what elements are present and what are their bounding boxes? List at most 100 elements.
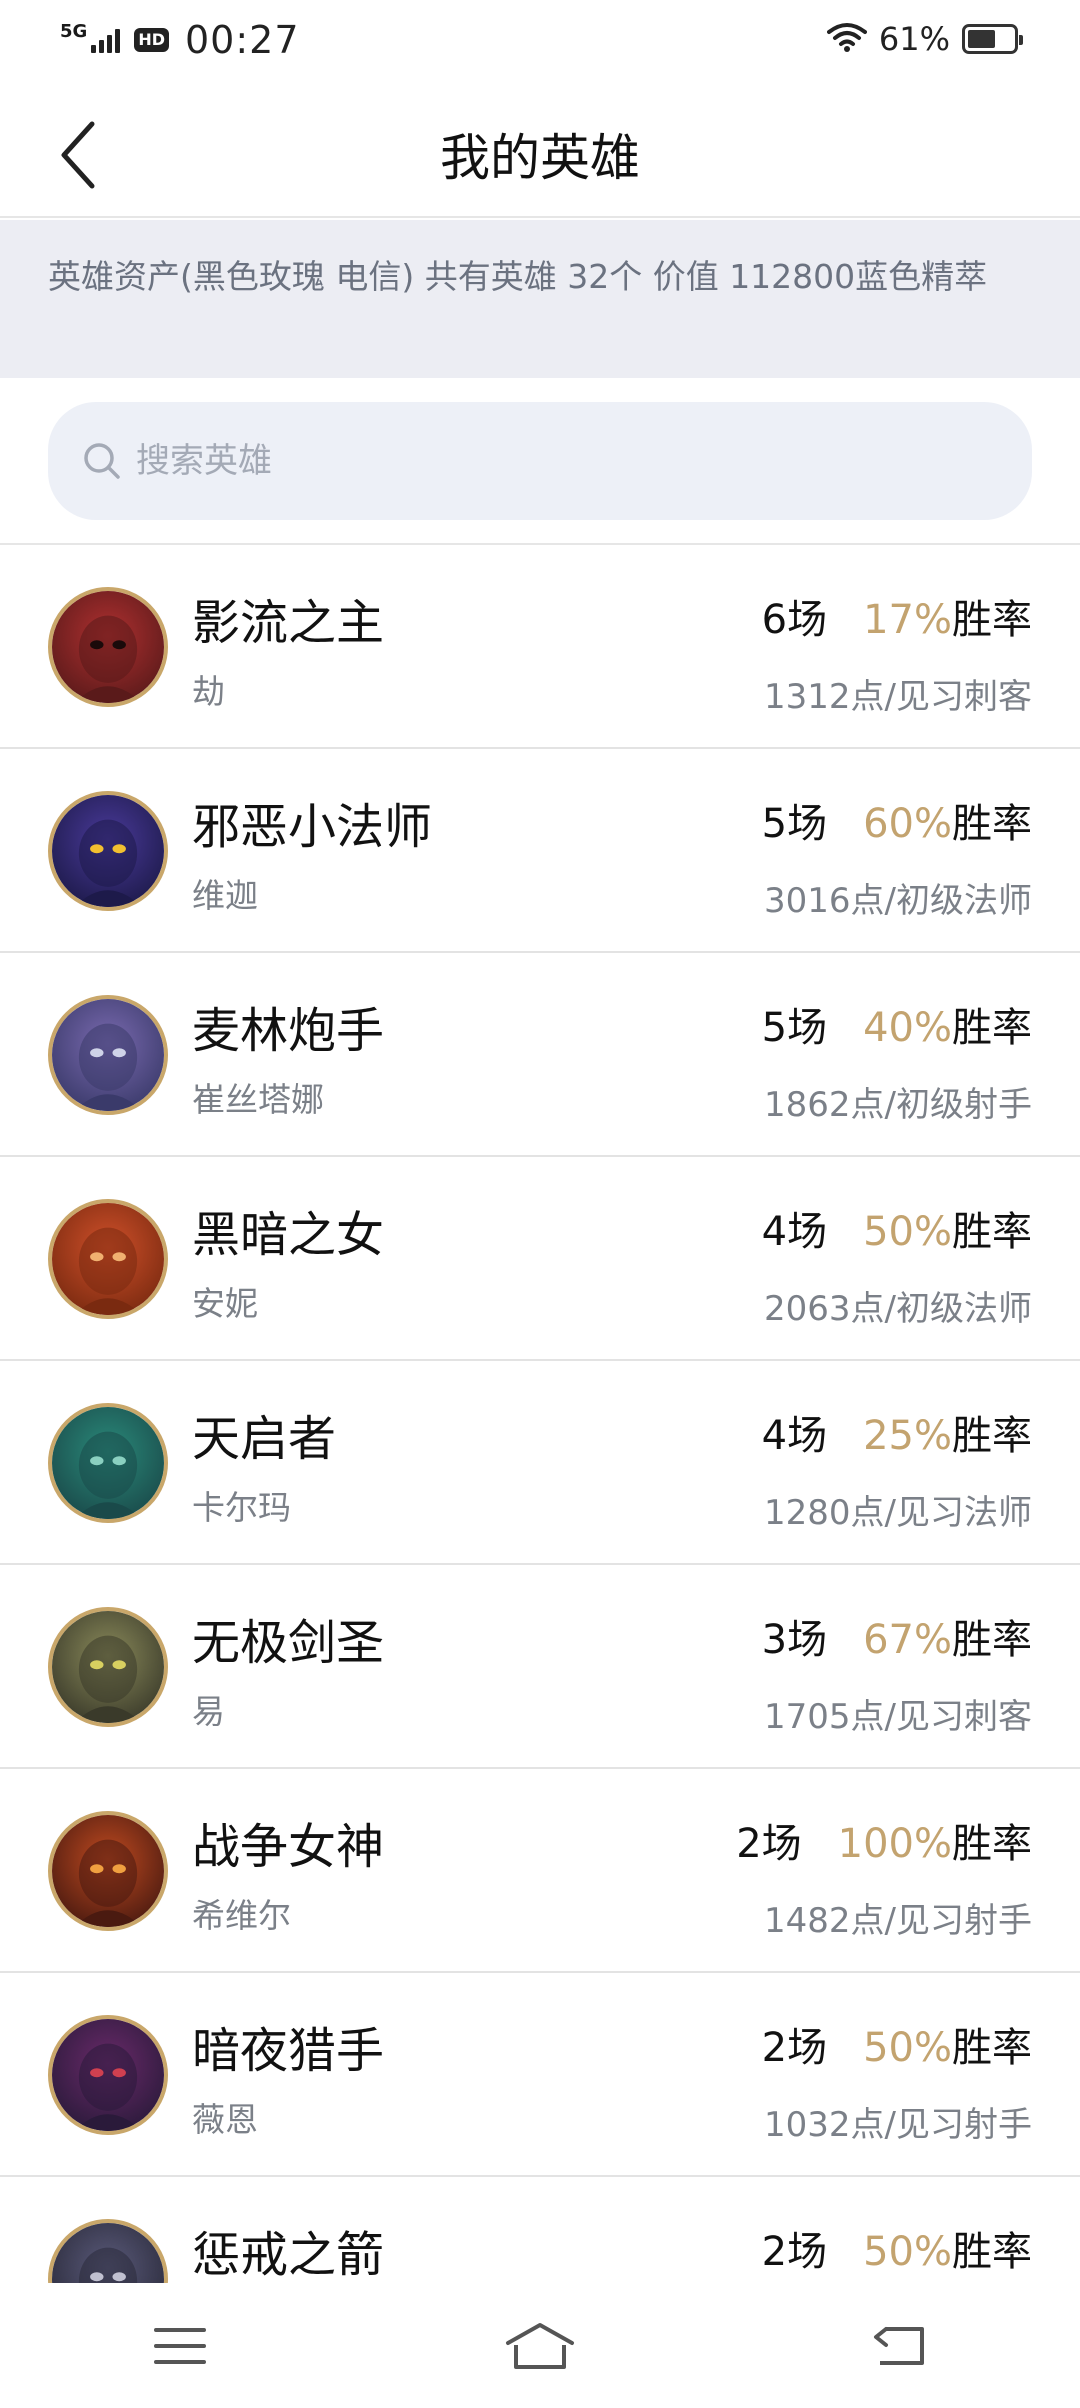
search-bar[interactable]: [48, 402, 1032, 520]
hero-games: 3场: [761, 1617, 828, 1663]
hero-games: 6场: [761, 597, 828, 643]
hero-points-level: 1280点/见习法师: [764, 1493, 1032, 1533]
hero-champion-name: 崔丝塔娜: [192, 1080, 324, 1119]
hero-list: 影流之主劫 6场 17%胜率 1312点/见习刺客 邪恶小法师 维迦 5场 60%胜率 3016…: [0, 545, 1080, 2283]
menu-icon: [154, 2327, 206, 2364]
home-button[interactable]: [480, 2301, 600, 2391]
hero-title: 麦林炮手: [192, 1003, 385, 1059]
hero-portrait-icon: [52, 795, 164, 907]
hero-title: 黑暗之女: [192, 1207, 385, 1263]
screen: 5G HD 00:27 61% 我的英雄 英雄资产(黑色玫瑰 电信) 共有英雄 …: [0, 0, 1080, 2408]
hero-row[interactable]: 影流之主劫 6场 17%胜率 1312点/见习刺客: [0, 545, 1080, 749]
hero-stats: 3场 67%胜率: [762, 1607, 1032, 1665]
hero-games: 5场: [761, 1005, 828, 1051]
hero-win-rate: 40%: [863, 1005, 952, 1051]
hero-portrait-icon: [52, 1611, 164, 1723]
hero-games: 4场: [761, 1209, 828, 1255]
hero-games: 2场: [736, 1821, 802, 1867]
back-arrow-icon: [874, 2326, 924, 2365]
hero-row[interactable]: 战争女神希维尔 2场 100%胜率 1482点/见习射手: [0, 1769, 1080, 1973]
win-rate-label: 胜率: [952, 1005, 1032, 1051]
hero-title: 影流之主: [192, 595, 385, 651]
hero-champion-name: 维迦: [192, 876, 258, 915]
hero-assets-info: 英雄资产(黑色玫瑰 电信) 共有英雄 32个 价值 112800蓝色精萃: [0, 220, 1080, 378]
hero-row[interactable]: 邪恶小法师 维迦 5场 60%胜率 3016点/初级法师: [0, 749, 1080, 953]
hero-stats: 2场 100%胜率: [736, 1811, 1032, 1869]
hero-points-level: 1482点/见习射手: [764, 1901, 1032, 1941]
hero-portrait-icon: [52, 591, 164, 703]
hero-avatar: [48, 1403, 168, 1523]
hero-title: 战争女神: [192, 1819, 385, 1875]
hero-champion-name: 薇恩: [192, 2100, 258, 2139]
hero-points-level: 1862点/初级射手: [764, 1085, 1032, 1125]
hero-win-rate: 17%: [863, 597, 952, 643]
hero-title: 邪恶小法师: [192, 799, 433, 855]
hero-avatar: [48, 2219, 168, 2283]
search-input[interactable]: [136, 441, 936, 481]
menu-button[interactable]: [120, 2301, 240, 2391]
battery-fill: [968, 30, 995, 48]
hero-avatar: [48, 2015, 168, 2135]
hero-win-rate: 50%: [863, 2229, 952, 2275]
hero-stats: 4场 25%胜率: [762, 1403, 1032, 1461]
hero-avatar: [48, 587, 168, 707]
hero-row[interactable]: 麦林炮手崔丝塔娜 5场 40%胜率 1862点/初级射手: [0, 953, 1080, 1157]
status-right: 61%: [826, 20, 1023, 58]
search-icon: [82, 441, 122, 481]
home-icon: [506, 2322, 574, 2369]
back-nav-button[interactable]: [840, 2301, 960, 2391]
hero-row[interactable]: 惩戒之箭 2场 50%胜率: [0, 2177, 1080, 2283]
hero-stats: 2场 50%胜率: [762, 2015, 1032, 2073]
hero-points-level: 1705点/见习刺客: [764, 1697, 1032, 1737]
win-rate-label: 胜率: [952, 1617, 1032, 1663]
hero-title: 天启者: [192, 1411, 337, 1467]
hd-badge: HD: [134, 28, 169, 52]
hero-row[interactable]: 天启者 卡尔玛 4场 25%胜率 1280点/见习法师: [0, 1361, 1080, 1565]
hero-avatar: [48, 1811, 168, 1931]
hero-title: 惩戒之箭: [192, 2227, 385, 2283]
hero-champion-name: 希维尔: [192, 1896, 291, 1935]
win-rate-label: 胜率: [952, 2025, 1032, 2071]
hero-row[interactable]: 暗夜猎手薇恩 2场 50%胜率 1032点/见习射手: [0, 1973, 1080, 2177]
header: 我的英雄: [0, 100, 1080, 218]
battery-percent: 61%: [878, 20, 950, 58]
hero-avatar: [48, 1199, 168, 1319]
signal-icon: [91, 27, 121, 53]
win-rate-label: 胜率: [952, 1209, 1032, 1255]
hero-avatar: [48, 995, 168, 1115]
hero-points-level: 1312点/见习刺客: [764, 677, 1032, 717]
hero-portrait-icon: [52, 1203, 164, 1315]
hero-stats: 4场 50%胜率: [762, 1199, 1032, 1257]
hero-points-level: 2063点/初级法师: [764, 1289, 1032, 1329]
wifi-icon: [826, 22, 867, 56]
hero-row[interactable]: 黑暗之女安妮 4场 50%胜率 2063点/初级法师: [0, 1157, 1080, 1361]
win-rate-label: 胜率: [952, 1821, 1032, 1867]
hero-games: 4场: [761, 1413, 828, 1459]
hero-stats: 2场 50%胜率: [762, 2219, 1032, 2277]
hero-points-level: 3016点/初级法师: [764, 881, 1032, 921]
hero-champion-name: 易: [192, 1692, 225, 1731]
hero-games: 2场: [761, 2025, 828, 2071]
hero-champion-name: 劫: [192, 672, 225, 711]
hero-portrait-icon: [52, 2223, 164, 2283]
hero-games: 2场: [761, 2229, 828, 2275]
hero-points-level: 1032点/见习射手: [764, 2105, 1032, 2145]
win-rate-label: 胜率: [952, 2229, 1032, 2275]
navigation-bar: [0, 2283, 1080, 2408]
hero-row[interactable]: 无极剑圣易 3场 67%胜率 1705点/见习刺客: [0, 1565, 1080, 1769]
hero-portrait-icon: [52, 2019, 164, 2131]
win-rate-label: 胜率: [952, 597, 1032, 643]
hero-win-rate: 25%: [863, 1413, 952, 1459]
win-rate-label: 胜率: [952, 1413, 1032, 1459]
network-type: 5G: [60, 21, 88, 42]
hero-champion-name: 安妮: [192, 1284, 258, 1323]
hero-avatar: [48, 791, 168, 911]
hero-portrait-icon: [52, 999, 164, 1111]
hero-title: 暗夜猎手: [192, 2023, 385, 2079]
hero-portrait-icon: [52, 1407, 164, 1519]
hero-win-rate: 67%: [863, 1617, 952, 1663]
hero-win-rate: 50%: [863, 1209, 952, 1255]
status-left: 5G HD 00:27: [60, 18, 300, 62]
status-bar: 5G HD 00:27 61%: [0, 0, 1080, 80]
hero-portrait-icon: [52, 1815, 164, 1927]
